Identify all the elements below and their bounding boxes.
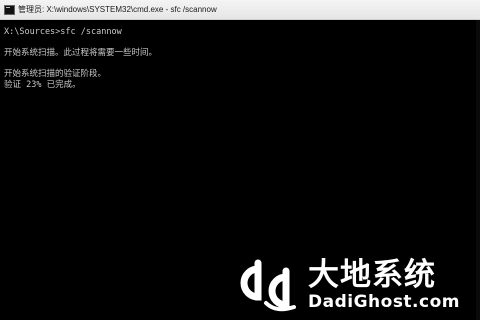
dd-logo [236,255,306,315]
console-line-verify-phase: 开始系统扫描的验证阶段。 [4,69,107,79]
watermark-cn-text: 大地系统 [308,257,436,293]
console-line-command: X:\Sources>sfc /scannow [4,27,122,37]
cmd-icon[interactable] [4,4,15,15]
console-output[interactable]: X:\Sources>sfc /scannow 开始系统扫描。此过程将需要一些时… [4,27,474,90]
watermark-en-text: DadiGhost.com [308,292,460,312]
title-bar[interactable]: 管理员: X:\windows\SYSTEM32\cmd.exe - sfc /… [0,0,480,20]
watermark: 大地系统 DadiGhost.com [236,254,472,316]
console-line-scan-start: 开始系统扫描。此过程将需要一些时间。 [4,48,158,58]
cmd-window: 管理员: X:\windows\SYSTEM32\cmd.exe - sfc /… [0,0,480,320]
window-title: 管理员: X:\windows\SYSTEM32\cmd.exe - sfc /… [18,5,217,14]
vertical-scrollbar[interactable] [476,20,480,320]
console-line-progress: 验证 23% 已完成。 [4,79,81,90]
